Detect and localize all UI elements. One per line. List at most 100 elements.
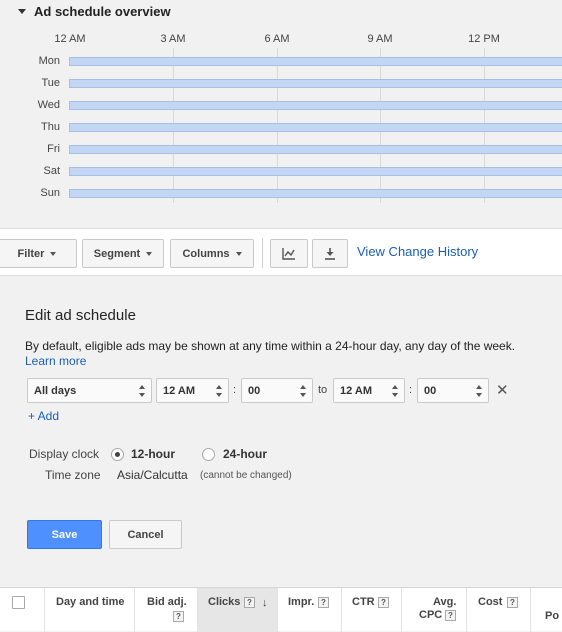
column-label: Impr. xyxy=(288,596,315,608)
column-clicks[interactable]: Clicks ? ↓ xyxy=(198,588,278,632)
chevron-down-icon xyxy=(50,251,57,256)
end-hour-select[interactable]: 12 AM xyxy=(333,378,405,403)
download-icon xyxy=(325,248,335,260)
end-hour-value: 12 AM xyxy=(340,384,372,397)
column-label: Bid adj. xyxy=(147,596,187,608)
column-day-and-time[interactable]: Day and time xyxy=(45,588,135,632)
column-ctr[interactable]: CTR ? xyxy=(342,588,402,632)
column-position[interactable]: Po xyxy=(531,588,562,632)
select-arrows-icon xyxy=(300,385,307,397)
collapse-triangle-icon[interactable] xyxy=(18,8,26,14)
select-arrows-icon xyxy=(216,385,223,397)
start-hour-select[interactable]: 12 AM xyxy=(156,378,229,403)
toolbar: Filter Segment Columns View Change Histo… xyxy=(0,228,562,276)
display-clock-label: Display clock xyxy=(29,447,100,461)
column-label: Avg. xyxy=(433,596,457,608)
schedule-bar-fri xyxy=(69,145,562,154)
edit-panel-title: Edit ad schedule xyxy=(25,307,136,324)
day-label-thu: Thu xyxy=(41,121,60,133)
select-arrows-icon xyxy=(476,385,483,397)
select-arrows-icon xyxy=(139,385,146,397)
clock-12-hour-label[interactable]: 12-hour xyxy=(131,447,175,461)
segment-label: Segment xyxy=(93,247,141,260)
column-label: Clicks xyxy=(208,596,241,608)
overview-header[interactable]: Ad schedule overview xyxy=(18,3,171,19)
save-button[interactable]: Save xyxy=(27,520,102,549)
help-icon[interactable]: ? xyxy=(378,597,389,608)
clock-24-hour-label[interactable]: 24-hour xyxy=(223,447,267,461)
columns-label: Columns xyxy=(182,247,230,260)
schedule-bar-sat xyxy=(69,167,562,176)
schedule-bar-sun xyxy=(69,189,562,198)
hour-label-6am: 6 AM xyxy=(264,33,290,45)
schedule-table-header: Day and time Bid adj. ? Clicks ? ↓ Impr.… xyxy=(0,587,562,632)
start-minute-value: 00 xyxy=(248,384,261,397)
schedule-bar-mon xyxy=(69,57,562,66)
column-label: Day and time xyxy=(56,596,125,608)
time-zone-note: (cannot be changed) xyxy=(200,470,292,481)
view-change-history-link[interactable]: View Change History xyxy=(357,244,478,259)
day-label-sun: Sun xyxy=(40,187,60,199)
toolbar-divider xyxy=(262,238,263,268)
day-label-tue: Tue xyxy=(41,77,60,89)
help-icon[interactable]: ? xyxy=(507,597,518,608)
time-zone-value: Asia/Calcutta xyxy=(117,468,188,482)
help-icon[interactable]: ? xyxy=(173,611,184,622)
hour-label-12am: 12 AM xyxy=(54,33,86,45)
ad-schedule-overview: Ad schedule overview 12 AM 3 AM 6 AM 9 A… xyxy=(0,0,562,228)
column-avg-cpc[interactable]: Avg. CPC ? xyxy=(402,588,467,632)
edit-panel-description: By default, eligible ads may be shown at… xyxy=(25,339,516,353)
day-label-fri: Fri xyxy=(47,143,60,155)
hour-label-12pm: 12 PM xyxy=(468,33,500,45)
clock-24-hour-radio[interactable] xyxy=(202,448,215,461)
end-minute-value: 00 xyxy=(424,384,437,397)
day-label-mon: Mon xyxy=(38,55,60,67)
select-all-checkbox[interactable] xyxy=(12,596,25,609)
column-label: CPC xyxy=(419,609,443,621)
filter-label: Filter xyxy=(17,247,45,260)
line-chart-icon xyxy=(282,248,295,260)
edit-ad-schedule-panel: Edit ad schedule By default, eligible ad… xyxy=(0,277,562,587)
cancel-button[interactable]: Cancel xyxy=(109,520,182,549)
help-icon[interactable]: ? xyxy=(445,610,456,621)
hour-label-3am: 3 AM xyxy=(160,33,186,45)
column-impr[interactable]: Impr. ? xyxy=(278,588,342,632)
download-button[interactable] xyxy=(312,239,348,268)
columns-button[interactable]: Columns xyxy=(170,239,254,268)
schedule-bar-wed xyxy=(69,101,562,110)
segment-button[interactable]: Segment xyxy=(82,239,164,268)
sort-down-icon: ↓ xyxy=(262,597,268,609)
column-label: Cost xyxy=(478,596,503,608)
clock-12-hour-radio[interactable] xyxy=(111,448,124,461)
time-zone-label: Time zone xyxy=(45,468,101,482)
column-label: Po xyxy=(545,610,560,622)
learn-more-link[interactable]: Learn more xyxy=(25,354,86,368)
select-all-column xyxy=(0,588,45,632)
column-label: CTR xyxy=(352,596,375,608)
column-bid-adj[interactable]: Bid adj. ? xyxy=(135,588,198,632)
column-cost[interactable]: Cost ? xyxy=(467,588,531,632)
filter-button[interactable]: Filter xyxy=(0,239,77,268)
close-icon[interactable]: ✕ xyxy=(496,381,509,399)
schedule-bar-thu xyxy=(69,123,562,132)
help-icon[interactable]: ? xyxy=(244,597,255,608)
chevron-down-icon xyxy=(146,251,153,256)
overview-title: Ad schedule overview xyxy=(34,3,171,19)
day-select-value: All days xyxy=(34,384,77,397)
schedule-bar-tue xyxy=(69,79,562,88)
start-hour-value: 12 AM xyxy=(163,384,195,397)
time-colon: : xyxy=(233,384,237,396)
select-arrows-icon xyxy=(392,385,399,397)
end-minute-select[interactable]: 00 xyxy=(417,378,489,403)
day-label-sat: Sat xyxy=(43,165,60,177)
hour-label-9am: 9 AM xyxy=(367,33,393,45)
start-minute-select[interactable]: 00 xyxy=(241,378,313,403)
time-colon: : xyxy=(409,384,413,396)
chart-button[interactable] xyxy=(270,239,308,268)
day-select[interactable]: All days xyxy=(27,378,152,403)
chevron-down-icon xyxy=(235,251,242,256)
to-label: to xyxy=(318,384,328,396)
add-schedule-link[interactable]: + Add xyxy=(28,409,59,423)
day-label-wed: Wed xyxy=(37,99,60,111)
help-icon[interactable]: ? xyxy=(318,597,329,608)
